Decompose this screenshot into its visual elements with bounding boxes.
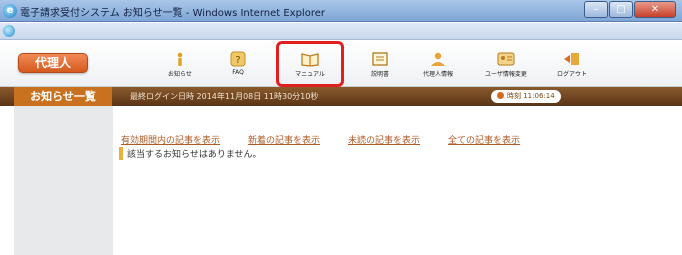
filter-new-link[interactable]: 新着の記事を表示: [248, 133, 320, 146]
clock-text: 時刻 11:06:14: [507, 92, 555, 100]
filter-active-link[interactable]: 有効期間内の記事を表示: [121, 133, 220, 146]
svg-text:?: ?: [235, 55, 240, 66]
book-icon: [300, 51, 320, 67]
page-title: お知らせ一覧: [14, 87, 112, 106]
info-icon: [170, 51, 190, 67]
role-button[interactable]: 代理人: [18, 53, 88, 73]
menu-item-faq[interactable]: ? FAQ: [210, 41, 266, 87]
main-content: 有効期間内の記事を表示 新着の記事を表示 未読の記事を表示 全ての記事を表示 該…: [113, 106, 682, 255]
close-button[interactable]: ✕: [634, 1, 676, 18]
window-title-bar[interactable]: e 電子請求受付システム お知らせ一覧 - Windows Internet E…: [0, 0, 682, 22]
window-title: 電子請求受付システム お知らせ一覧 - Windows Internet Exp…: [20, 8, 325, 19]
ie-logo-icon: e: [3, 4, 17, 18]
last-login-text: 最終ログイン日時 2014年11月08日 11時30分10秒: [130, 92, 319, 101]
status-bar: お知らせ一覧 最終ログイン日時 2014年11月08日 11時30分10秒 時刻…: [0, 87, 682, 106]
filter-all-link[interactable]: 全ての記事を表示: [448, 133, 520, 146]
clock-icon: [497, 92, 504, 99]
sidebar: [14, 106, 113, 255]
clock-badge: 時刻 11:06:14: [491, 90, 561, 103]
document-icon: [370, 51, 390, 67]
filter-unread-link[interactable]: 未読の記事を表示: [348, 133, 420, 146]
window-controls: – □ ✕: [583, 1, 676, 19]
app-header: 代理人 お知らせ ? FAQ マニュアル 説明書 代理人情報 ユーザ情報変更 ロ…: [0, 41, 682, 104]
menu-item-news[interactable]: お知らせ: [152, 41, 208, 87]
minimize-button[interactable]: –: [584, 1, 608, 18]
no-results-message: 該当するお知らせはありません。: [119, 147, 262, 160]
menu-item-user-settings[interactable]: ユーザ情報変更: [478, 41, 534, 87]
ie-page-icon: [3, 25, 15, 37]
logout-icon: [562, 51, 582, 67]
browser-toolbar: [0, 23, 682, 40]
menu-item-manual[interactable]: マニュアル: [276, 41, 344, 87]
menu-item-agent-info[interactable]: 代理人情報: [410, 41, 466, 87]
faq-icon: ?: [228, 51, 248, 67]
maximize-button[interactable]: □: [609, 1, 633, 18]
menu-item-logout[interactable]: ログアウト: [544, 41, 600, 87]
menu-item-guide[interactable]: 説明書: [352, 41, 408, 87]
user-card-icon: [496, 51, 516, 67]
filter-links: 有効期間内の記事を表示 新着の記事を表示 未読の記事を表示 全ての記事を表示: [121, 133, 548, 146]
person-icon: [428, 51, 448, 67]
